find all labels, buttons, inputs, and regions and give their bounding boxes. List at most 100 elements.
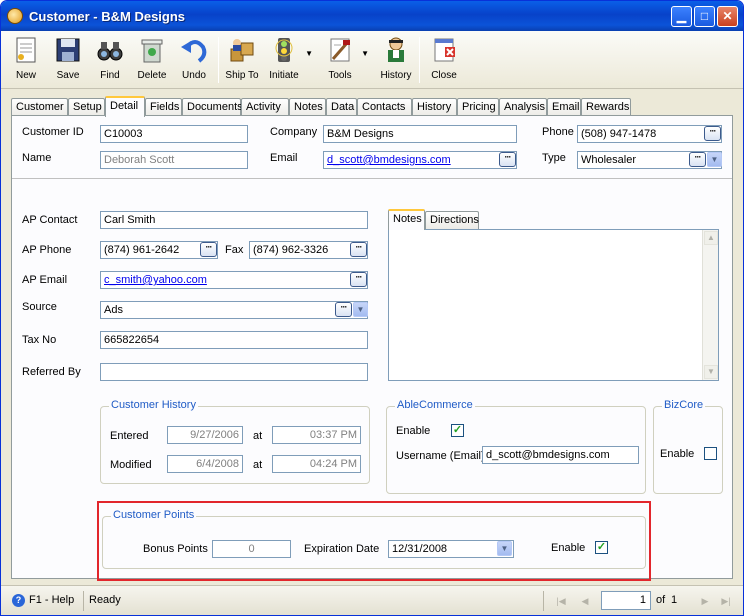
tab-email[interactable]: Email	[547, 98, 581, 116]
tab-customer[interactable]: Customer	[11, 98, 68, 116]
scroll-up-icon[interactable]: ▲	[704, 231, 718, 245]
help-icon[interactable]: ?	[12, 594, 25, 607]
tab-detail[interactable]: Detail	[105, 96, 145, 117]
customer-id-field[interactable]: C10003	[100, 125, 248, 143]
ap-contact-field[interactable]: Carl Smith	[100, 211, 368, 229]
highlight-box	[97, 501, 651, 581]
entered-date-field: 9/27/2006	[167, 426, 243, 444]
delete-button[interactable]: Delete	[130, 35, 174, 87]
tab-analysis[interactable]: Analysis	[499, 98, 547, 116]
fax-ellipsis-button[interactable]: ···	[350, 242, 367, 257]
ap-phone-label: AP Phone	[22, 244, 72, 256]
tab-activity[interactable]: Activity	[241, 98, 289, 116]
bizcore-legend: BizCore	[662, 399, 706, 411]
first-page-icon[interactable]: |◀	[554, 594, 568, 608]
undo-button[interactable]: Undo	[172, 35, 216, 87]
entered-label: Entered	[110, 430, 149, 442]
tab-pricing[interactable]: Pricing	[457, 98, 499, 116]
notes-textarea[interactable]: ▲ ▼	[388, 229, 719, 381]
tab-directions[interactable]: Directions	[425, 211, 479, 229]
ap-phone-ellipsis-button[interactable]: ···	[200, 242, 217, 257]
tax-no-field[interactable]: 665822654	[100, 331, 368, 349]
toolbar: New Save Find Delete Undo Ship To Initia…	[1, 31, 743, 89]
save-label: Save	[56, 70, 80, 81]
ap-email-field[interactable]: c_smith@yahoo.com	[100, 271, 368, 289]
tab-documents[interactable]: Documents	[182, 98, 243, 116]
phone-ellipsis-button[interactable]: ···	[704, 126, 721, 141]
ap-email-ellipsis-button[interactable]: ···	[350, 272, 367, 287]
prev-page-icon[interactable]: ◀	[578, 594, 592, 608]
phone-label: Phone	[542, 126, 574, 138]
modified-at-label: at	[253, 459, 263, 471]
referred-by-field[interactable]	[100, 363, 368, 381]
of-label: of	[656, 594, 666, 606]
tab-contacts[interactable]: Contacts	[357, 98, 412, 116]
tools-icon	[330, 38, 350, 62]
username-field[interactable]: d_scott@bmdesigns.com	[482, 446, 639, 464]
source-label: Source	[22, 301, 57, 313]
history-button[interactable]: History	[374, 35, 418, 87]
email-field[interactable]: d_scott@bmdesigns.com	[323, 151, 517, 169]
close-window-button[interactable]: ✕	[717, 6, 738, 27]
customer-id-label: Customer ID	[22, 126, 84, 138]
source-dropdown-icon[interactable]: ▼	[353, 302, 368, 317]
ablecommerce-enable-label: Enable	[396, 425, 431, 437]
ablecommerce-enable-checkbox[interactable]: ✓	[451, 424, 464, 437]
total-pages: 1	[671, 594, 678, 606]
close-button[interactable]: Close	[422, 35, 466, 87]
save-button[interactable]: Save	[46, 35, 90, 87]
status-bar: ? F1 - Help Ready |◀ ◀ 1 of 1 ▶ ▶|	[1, 585, 743, 615]
email-ellipsis-button[interactable]: ···	[499, 152, 516, 167]
tab-fields[interactable]: Fields	[145, 98, 182, 116]
email-label: Email	[270, 152, 298, 164]
type-dropdown-icon[interactable]: ▼	[707, 152, 722, 167]
minimize-button[interactable]: ▁	[671, 6, 692, 27]
source-select[interactable]: Ads	[100, 301, 368, 319]
last-page-icon[interactable]: ▶|	[719, 594, 733, 608]
page-number-field[interactable]: 1	[601, 591, 651, 610]
app-icon	[7, 8, 23, 24]
find-label: Find	[100, 70, 120, 81]
name-field[interactable]: Deborah Scott	[100, 151, 248, 169]
undo-arrow-icon	[181, 40, 207, 63]
new-button[interactable]: New	[4, 35, 48, 87]
modified-label: Modified	[110, 459, 152, 471]
tab-notes[interactable]: Notes	[289, 98, 326, 116]
scroll-down-icon[interactable]: ▼	[704, 365, 718, 379]
floppy-disk-icon	[56, 38, 80, 62]
help-label[interactable]: F1 - Help	[29, 594, 74, 606]
modified-date-field: 6/4/2008	[167, 455, 243, 473]
tools-button[interactable]: Tools ▼	[318, 35, 369, 87]
find-button[interactable]: Find	[88, 35, 132, 87]
phone-field[interactable]: (508) 947-1478	[577, 125, 722, 143]
delete-label: Delete	[137, 70, 167, 81]
bizcore-enable-label: Enable	[660, 448, 695, 460]
notes-scrollbar[interactable]: ▲ ▼	[702, 230, 718, 380]
ship-to-button[interactable]: Ship To	[220, 35, 264, 87]
fax-label: Fax	[225, 244, 244, 256]
tab-data[interactable]: Data	[326, 98, 357, 116]
initiate-button[interactable]: Initiate ▼	[262, 35, 313, 87]
maximize-button[interactable]: □	[694, 6, 715, 27]
new-label: New	[15, 70, 36, 81]
initiate-label: Initiate	[269, 70, 299, 81]
initiate-dropdown-icon[interactable]: ▼	[305, 49, 313, 58]
type-ellipsis-button[interactable]: ···	[689, 152, 706, 167]
tab-rewards[interactable]: Rewards	[581, 98, 631, 116]
bizcore-enable-checkbox[interactable]	[704, 447, 717, 460]
status-text: Ready	[89, 594, 121, 606]
source-ellipsis-button[interactable]: ···	[335, 302, 352, 317]
binoculars-icon	[97, 42, 123, 61]
next-page-icon[interactable]: ▶	[698, 594, 712, 608]
tab-notes-sub[interactable]: Notes	[388, 209, 425, 230]
ship-to-label: Ship To	[225, 70, 259, 81]
customer-history-legend: Customer History	[109, 399, 198, 411]
tab-setup[interactable]: Setup	[68, 98, 105, 116]
header-divider	[12, 178, 732, 179]
tools-dropdown-icon[interactable]: ▼	[361, 49, 369, 58]
tab-history[interactable]: History	[412, 98, 457, 116]
title-bar[interactable]: Customer - B&M Designs ▁ □ ✕	[1, 1, 743, 31]
tax-no-label: Tax No	[22, 334, 57, 346]
company-field[interactable]: B&M Designs	[323, 125, 517, 143]
ablecommerce-legend: AbleCommerce	[395, 399, 475, 411]
